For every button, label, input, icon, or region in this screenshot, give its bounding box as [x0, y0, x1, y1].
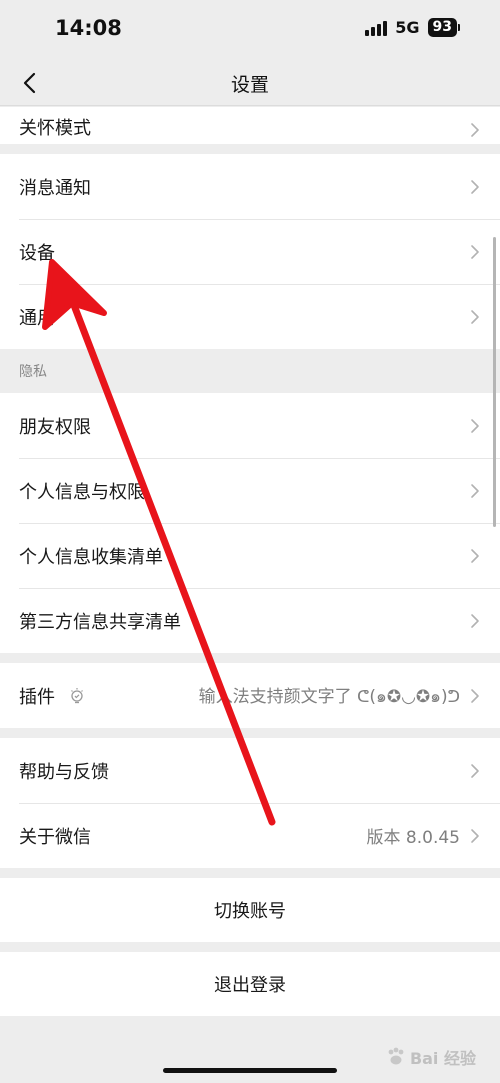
chevron-right-icon	[471, 763, 479, 778]
page-title: 设置	[230, 74, 269, 96]
section-gap	[0, 728, 500, 738]
settings-item-third-party-sharing[interactable]: 第三方信息共享清单	[0, 588, 500, 653]
settings-item-label: 消息通知	[19, 177, 91, 199]
chevron-right-icon	[471, 123, 479, 137]
settings-list: 关怀模式 消息通知 设备 通用 隐私 朋友权限 个人信息与权限 个人信息收集清单…	[0, 107, 500, 1016]
bulb-icon	[71, 687, 83, 703]
chevron-right-icon	[471, 244, 479, 259]
chevron-right-icon	[471, 483, 479, 498]
settings-item-label: 帮助与反馈	[19, 761, 109, 783]
baidu-watermark: Bai 经验	[385, 1045, 476, 1069]
settings-item-notifications[interactable]: 消息通知	[0, 154, 500, 219]
nav-bar: 设置	[0, 60, 500, 106]
status-bar: 14:08 5G 93	[0, 0, 500, 60]
section-gap	[0, 144, 500, 154]
switch-account-button[interactable]: 切换账号	[0, 878, 500, 942]
settings-item-devices[interactable]: 设备	[0, 219, 500, 284]
settings-item-label: 个人信息与权限	[19, 481, 145, 503]
section-gap	[0, 653, 500, 663]
chevron-right-icon	[471, 179, 479, 194]
chevron-right-icon	[471, 418, 479, 433]
switch-account-label: 切换账号	[214, 901, 286, 922]
chevron-right-icon	[471, 613, 479, 628]
battery-tip	[458, 24, 460, 31]
chevron-right-icon	[471, 688, 479, 703]
settings-item-friend-permissions[interactable]: 朋友权限	[0, 393, 500, 458]
network-type: 5G	[395, 18, 420, 37]
section-header-privacy: 隐私	[0, 349, 500, 393]
settings-item-label: 关于微信	[19, 826, 91, 848]
group-privacy: 朋友权限 个人信息与权限 个人信息收集清单 第三方信息共享清单	[0, 393, 500, 653]
group-switch-account: 切换账号	[0, 878, 500, 942]
group-general: 消息通知 设备 通用	[0, 154, 500, 349]
settings-item-label: 插件	[19, 686, 55, 708]
settings-item-label: 第三方信息共享清单	[19, 611, 181, 633]
group-care: 关怀模式	[0, 107, 500, 144]
battery-icon: 93	[427, 18, 457, 37]
chevron-right-icon	[471, 309, 479, 324]
logout-button[interactable]: 退出登录	[0, 952, 500, 1016]
section-gap	[0, 868, 500, 878]
status-time: 14:08	[55, 16, 122, 40]
settings-item-label: 朋友权限	[19, 416, 91, 438]
settings-item-plugins[interactable]: 插件 输入法支持颜文字了 ᕦ(๑✪◡✪๑)ᕤ	[0, 663, 500, 728]
settings-item-label: 关怀模式	[19, 118, 91, 139]
chevron-right-icon	[471, 828, 479, 843]
settings-item-personal-info[interactable]: 个人信息与权限	[0, 458, 500, 523]
settings-item-label: 个人信息收集清单	[19, 546, 163, 568]
paw-icon	[388, 1047, 404, 1065]
group-help: 帮助与反馈 关于微信 版本 8.0.45	[0, 738, 500, 868]
group-plugins: 插件 输入法支持颜文字了 ᕦ(๑✪◡✪๑)ᕤ	[0, 663, 500, 728]
group-logout: 退出登录	[0, 952, 500, 1016]
settings-item-label: 通用	[19, 307, 55, 329]
plugins-value: 输入法支持颜文字了 ᕦ(๑✪◡✪๑)ᕤ	[198, 686, 460, 707]
settings-item-label: 设备	[19, 242, 55, 264]
settings-item-info-collection[interactable]: 个人信息收集清单	[0, 523, 500, 588]
signal-icon	[365, 20, 388, 36]
scrollbar[interactable]	[493, 237, 496, 527]
watermark-text: Bai 经验	[409, 1049, 476, 1068]
section-gap	[0, 942, 500, 952]
settings-item-general[interactable]: 通用	[0, 284, 500, 349]
version-value: 版本 8.0.45	[366, 828, 460, 848]
status-indicators: 5G 93	[365, 18, 460, 37]
home-indicator[interactable]	[163, 1068, 337, 1073]
logout-label: 退出登录	[214, 975, 286, 996]
settings-item-help-feedback[interactable]: 帮助与反馈	[0, 738, 500, 803]
chevron-right-icon	[471, 548, 479, 563]
settings-item-care-mode[interactable]: 关怀模式	[0, 107, 500, 144]
settings-item-about[interactable]: 关于微信 版本 8.0.45	[0, 803, 500, 868]
